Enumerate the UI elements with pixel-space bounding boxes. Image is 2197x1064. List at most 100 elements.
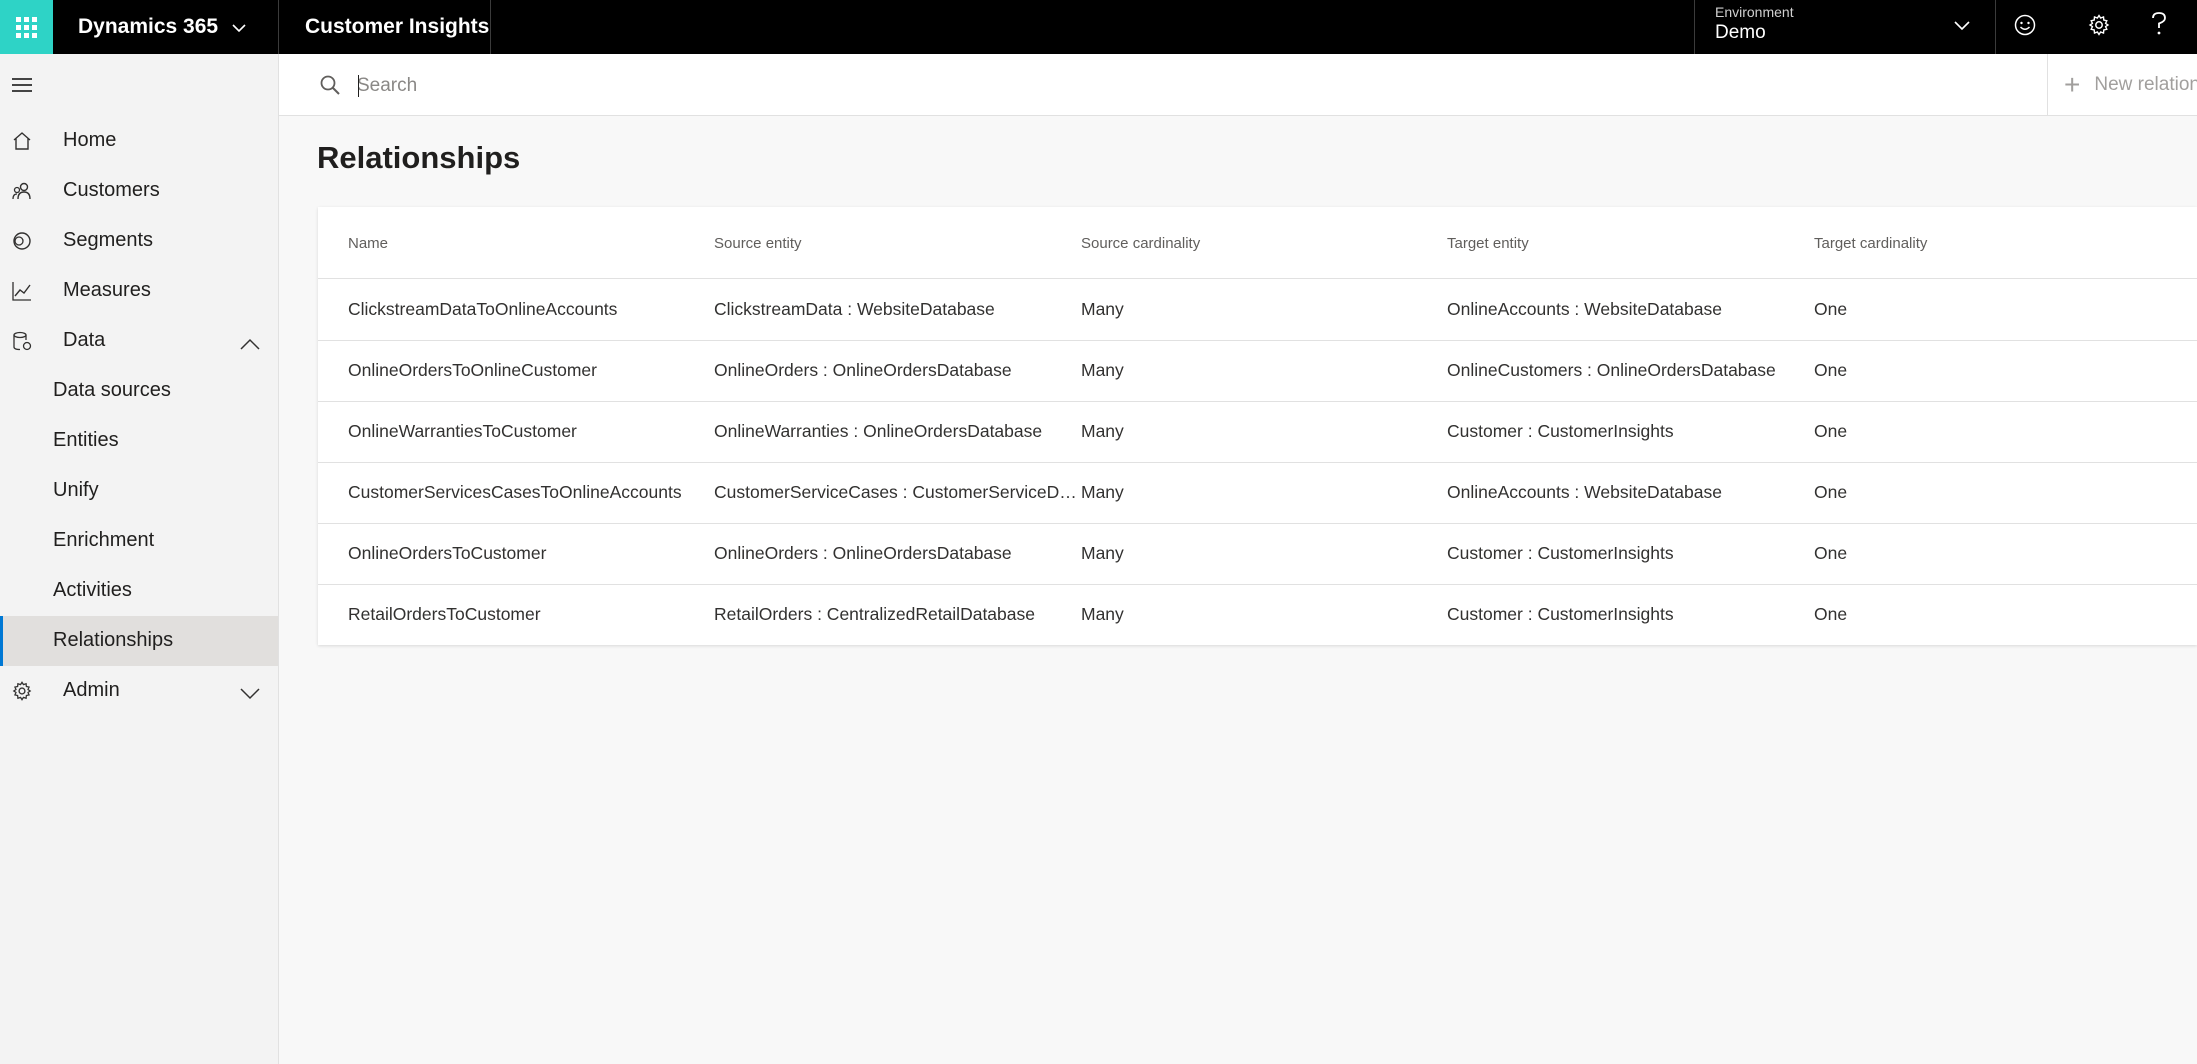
search-icon — [319, 74, 341, 101]
cell-target-entity: Customer : CustomerInsights — [1447, 421, 1674, 441]
database-icon — [12, 331, 34, 353]
sidebar-item-label: Segments — [63, 229, 154, 251]
plus-icon: + — [2064, 68, 2081, 100]
sidebar: Home Customers Segments Measures Data Da… — [0, 54, 279, 1064]
column-header-source-cardinality[interactable]: Source cardinality — [1081, 235, 1421, 252]
cell-target-entity: Customer : CustomerInsights — [1447, 543, 1674, 563]
cell-target-entity: OnlineAccounts : WebsiteDatabase — [1447, 299, 1722, 319]
cell-source-cardinality: Many — [1081, 299, 1124, 319]
gear-icon — [2088, 12, 2110, 43]
cell-source-entity: OnlineOrders : OnlineOrdersDatabase — [714, 360, 1012, 380]
sidebar-item-data-sources[interactable]: Data sources — [0, 366, 278, 416]
column-header-name[interactable]: Name — [348, 235, 698, 252]
cell-target-cardinality: One — [1814, 482, 1848, 502]
cell-source-cardinality: Many — [1081, 360, 1124, 380]
cell-target-cardinality: One — [1814, 543, 1848, 563]
gear-icon — [12, 681, 34, 703]
sidebar-item-label: Data — [63, 329, 106, 351]
sidebar-item-label: Relationships — [53, 629, 174, 651]
people-icon — [12, 181, 34, 203]
cell-source-entity: ClickstreamData : WebsiteDatabase — [714, 299, 995, 319]
help-button[interactable] — [2130, 0, 2188, 54]
sidebar-item-label: Home — [63, 129, 117, 151]
sidebar-item-admin[interactable]: Admin — [0, 666, 278, 716]
waffle-icon — [16, 16, 37, 38]
cell-source-entity: OnlineOrders : OnlineOrdersDatabase — [714, 543, 1012, 563]
cell-source-cardinality: Many — [1081, 604, 1124, 624]
cell-source-cardinality: Many — [1081, 421, 1124, 441]
table-row[interactable]: RetailOrdersToCustomer RetailOrders : Ce… — [318, 584, 2197, 645]
sidebar-item-relationships[interactable]: Relationships — [0, 616, 278, 666]
cell-target-entity: OnlineAccounts : WebsiteDatabase — [1447, 482, 1722, 502]
sidebar-item-label: Customers — [63, 179, 160, 201]
chevron-down-icon — [240, 683, 260, 706]
settings-button[interactable] — [2070, 0, 2128, 54]
table-row[interactable]: OnlineOrdersToCustomer OnlineOrders : On… — [318, 523, 2197, 585]
cell-target-entity: Customer : CustomerInsights — [1447, 604, 1674, 624]
help-icon — [2151, 11, 2167, 43]
brand-menu-button[interactable]: Dynamics 365 — [53, 0, 279, 54]
home-icon — [12, 131, 34, 153]
sidebar-item-customers[interactable]: Customers — [0, 166, 278, 216]
feedback-button[interactable] — [1995, 0, 2054, 54]
sidebar-item-unify[interactable]: Unify — [0, 466, 278, 516]
table-header: Name Source entity Source cardinality Ta… — [318, 207, 2197, 279]
sidebar-item-label: Data sources — [53, 379, 171, 401]
table-row[interactable]: OnlineWarrantiesToCustomer OnlineWarrant… — [318, 401, 2197, 463]
table-row[interactable]: ClickstreamDataToOnlineAccounts Clickstr… — [318, 279, 2197, 341]
smiley-icon — [2014, 12, 2036, 43]
sidebar-item-label: Measures — [63, 279, 151, 301]
sidebar-item-label: Enrichment — [53, 529, 155, 551]
cell-name: RetailOrdersToCustomer — [348, 604, 541, 624]
cell-name: OnlineOrdersToCustomer — [348, 543, 547, 563]
top-bar: Dynamics 365 Customer Insights Environme… — [0, 0, 2197, 54]
cell-target-cardinality: One — [1814, 421, 1848, 441]
brand-label: Dynamics 365 — [78, 15, 219, 38]
sidebar-item-data[interactable]: Data — [0, 316, 278, 366]
sidebar-item-enrichment[interactable]: Enrichment — [0, 516, 278, 566]
cell-source-entity: CustomerServiceCases : CustomerServiceDa… — [714, 482, 1078, 502]
search-input[interactable] — [355, 68, 1659, 104]
new-relationship-button[interactable]: + New relation — [2047, 54, 2197, 115]
environment-value: Demo — [1715, 22, 1766, 43]
cell-target-entity: OnlineCustomers : OnlineOrdersDatabase — [1447, 360, 1776, 380]
segments-icon — [12, 231, 34, 253]
cell-source-entity: OnlineWarranties : OnlineOrdersDatabase — [714, 421, 1043, 441]
sidebar-item-label: Unify — [53, 479, 99, 501]
column-header-target-cardinality[interactable]: Target cardinality — [1814, 235, 2154, 252]
chevron-down-icon — [232, 15, 246, 39]
sidebar-item-entities[interactable]: Entities — [0, 416, 278, 466]
cell-source-entity: RetailOrders : CentralizedRetailDatabase — [714, 604, 1035, 624]
hamburger-icon[interactable] — [12, 78, 34, 92]
sidebar-item-label: Activities — [53, 579, 132, 601]
table-row[interactable]: CustomerServicesCasesToOnlineAccounts Cu… — [318, 462, 2197, 524]
relationships-table: Name Source entity Source cardinality Ta… — [318, 207, 2197, 645]
cell-source-cardinality: Many — [1081, 482, 1124, 502]
app-name[interactable]: Customer Insights — [280, 0, 491, 54]
chart-icon — [12, 281, 34, 303]
sidebar-item-measures[interactable]: Measures — [0, 266, 278, 316]
environment-picker[interactable]: Environment Demo — [1694, 0, 1986, 54]
sidebar-item-home[interactable]: Home — [0, 116, 278, 166]
cell-name: OnlineWarrantiesToCustomer — [348, 421, 577, 441]
new-relationship-label: New relation — [2094, 73, 2197, 95]
chevron-up-icon — [240, 333, 260, 356]
table-row[interactable]: OnlineOrdersToOnlineCustomer OnlineOrder… — [318, 340, 2197, 402]
sidebar-item-label: Admin — [63, 679, 120, 701]
sidebar-item-label: Entities — [53, 429, 119, 451]
cell-target-cardinality: One — [1814, 299, 1848, 319]
cell-name: ClickstreamDataToOnlineAccounts — [348, 299, 618, 319]
column-header-target-entity[interactable]: Target entity — [1447, 235, 1807, 252]
cell-target-cardinality: One — [1814, 360, 1848, 380]
cell-name: CustomerServicesCasesToOnlineAccounts — [348, 482, 682, 502]
column-header-source-entity[interactable]: Source entity — [714, 235, 1078, 252]
cell-source-cardinality: Many — [1081, 543, 1124, 563]
sidebar-item-activities[interactable]: Activities — [0, 566, 278, 616]
environment-label: Environment — [1715, 4, 1794, 20]
page-title: Relationships — [317, 140, 521, 175]
app-launcher-button[interactable] — [0, 0, 53, 54]
cell-target-cardinality: One — [1814, 604, 1848, 624]
chevron-down-icon — [1954, 18, 1970, 36]
sidebar-item-segments[interactable]: Segments — [0, 216, 278, 266]
command-bar: + New relation — [279, 54, 2197, 116]
